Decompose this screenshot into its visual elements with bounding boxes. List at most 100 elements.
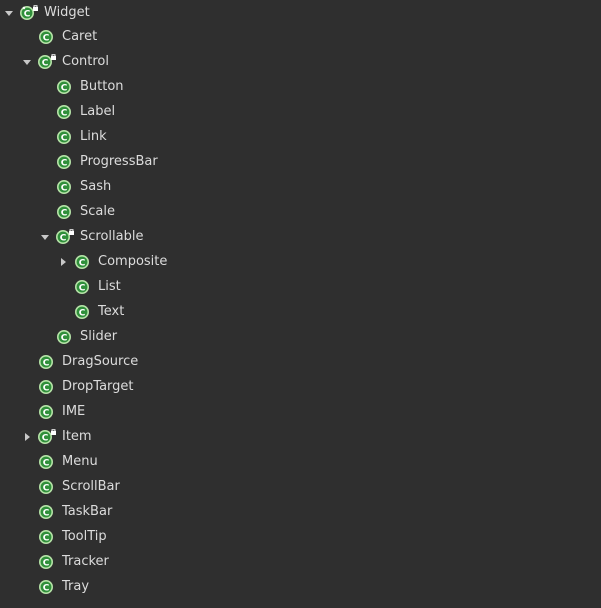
class-icon: C <box>56 104 72 120</box>
tree-node-label: Text <box>98 304 125 319</box>
tree-node-label: Link <box>80 129 107 144</box>
chevron-down-icon[interactable] <box>4 8 14 18</box>
class-icon: C <box>38 529 54 545</box>
class-icon: C <box>38 554 54 570</box>
tree-node-sash[interactable]: C Sash <box>56 174 111 199</box>
chevron-right-icon[interactable] <box>58 257 68 267</box>
class-icon: C <box>38 504 54 520</box>
class-icon: C <box>38 404 54 420</box>
tree-node-progressbar[interactable]: C ProgressBar <box>56 149 158 174</box>
chevron-right-icon[interactable] <box>22 432 32 442</box>
tree-node-button[interactable]: C Button <box>56 74 124 99</box>
class-icon: C <box>56 129 72 145</box>
tree-node-control[interactable]: C Control <box>22 49 109 74</box>
tree-node-tracker[interactable]: C Tracker <box>38 549 109 574</box>
tree-node-link[interactable]: C Link <box>56 124 107 149</box>
tree-node-label: Sash <box>80 179 112 194</box>
class-icon: C <box>38 29 54 45</box>
class-icon: C <box>38 454 54 470</box>
tree-node-text[interactable]: C Text <box>74 299 124 324</box>
tree-node-label: Item <box>62 429 92 444</box>
tree-node-composite[interactable]: C Composite <box>58 249 167 274</box>
tree-node-menu[interactable]: C Menu <box>38 449 98 474</box>
svg-text:C: C <box>61 333 68 343</box>
svg-text:C: C <box>61 133 68 143</box>
type-hierarchy-tree: C Widget C Caret C Control C Button C La… <box>0 0 601 608</box>
class-icon: C <box>74 304 90 320</box>
chevron-down-icon[interactable] <box>22 57 32 67</box>
tree-node-label: Menu <box>62 454 98 469</box>
tree-node-label: Scale <box>80 204 115 219</box>
tree-node-dragsource[interactable]: C DragSource <box>38 349 138 374</box>
svg-text:C: C <box>43 358 50 368</box>
tree-node-label: ScrollBar <box>62 479 120 494</box>
tree-node-scrollbar[interactable]: C ScrollBar <box>38 474 120 499</box>
tree-node-label: ProgressBar <box>80 154 158 169</box>
tree-node-widget[interactable]: C Widget <box>4 0 90 25</box>
tree-node-label: Control <box>62 54 109 69</box>
tree-node-list[interactable]: C List <box>74 274 121 299</box>
class-icon: C <box>74 279 90 295</box>
tree-node-label: ToolTip <box>62 529 107 544</box>
svg-text:C: C <box>61 183 68 193</box>
svg-text:C: C <box>60 233 67 243</box>
tree-node-label: Composite <box>98 254 168 269</box>
class-icon: C <box>38 479 54 495</box>
svg-text:C: C <box>79 308 86 318</box>
tree-node-droptarget[interactable]: C DropTarget <box>38 374 134 399</box>
svg-text:C: C <box>42 58 49 68</box>
svg-text:C: C <box>43 558 50 568</box>
tree-node-label: Widget <box>44 5 90 20</box>
tree-node-tray[interactable]: C Tray <box>38 574 89 599</box>
tree-node-caret[interactable]: C Caret <box>38 24 97 49</box>
svg-text:C: C <box>43 533 50 543</box>
abstract-class-icon: C <box>38 53 56 70</box>
tree-node-label: Scrollable <box>80 229 144 244</box>
tree-node-scrollable[interactable]: C Scrollable <box>40 224 143 249</box>
tree-node-label: Button <box>80 79 124 94</box>
chevron-down-icon[interactable] <box>40 232 50 242</box>
svg-text:C: C <box>43 408 50 418</box>
tree-node-label: DropTarget <box>62 379 134 394</box>
svg-text:C: C <box>79 258 86 268</box>
svg-text:C: C <box>43 458 50 468</box>
abstract-class-icon: C <box>20 4 38 21</box>
class-icon: C <box>56 154 72 170</box>
class-icon: C <box>56 79 72 95</box>
svg-text:C: C <box>61 208 68 218</box>
svg-text:C: C <box>24 9 31 19</box>
svg-text:C: C <box>61 158 68 168</box>
class-icon: C <box>56 179 72 195</box>
tree-node-ime[interactable]: C IME <box>38 399 85 424</box>
abstract-class-icon: C <box>56 228 74 245</box>
tree-node-label: Tray <box>62 579 90 594</box>
svg-text:C: C <box>61 83 68 93</box>
abstract-class-icon: C <box>38 428 56 445</box>
class-icon: C <box>38 354 54 370</box>
class-icon: C <box>38 579 54 595</box>
tree-node-label: List <box>98 279 121 294</box>
tree-node-label: Label <box>80 104 116 119</box>
class-icon: C <box>38 379 54 395</box>
tree-node-slider[interactable]: C Slider <box>56 324 117 349</box>
tree-node-label: DragSource <box>62 354 139 369</box>
tree-node-scale[interactable]: C Scale <box>56 199 115 224</box>
svg-text:C: C <box>79 283 86 293</box>
svg-text:C: C <box>43 508 50 518</box>
svg-text:C: C <box>43 383 50 393</box>
svg-text:C: C <box>43 483 50 493</box>
svg-text:C: C <box>61 108 68 118</box>
tree-node-label: Slider <box>80 329 118 344</box>
class-icon: C <box>56 329 72 345</box>
class-icon: C <box>74 254 90 270</box>
tree-node-label-class[interactable]: C Label <box>56 99 115 124</box>
tree-node-taskbar[interactable]: C TaskBar <box>38 499 112 524</box>
tree-node-item[interactable]: C Item <box>22 424 92 449</box>
tree-node-label: IME <box>62 404 86 419</box>
class-icon: C <box>56 204 72 220</box>
tree-node-label: Tracker <box>62 554 109 569</box>
tree-node-label: TaskBar <box>62 504 113 519</box>
svg-text:C: C <box>43 583 50 593</box>
tree-node-label: Caret <box>62 29 98 44</box>
tree-node-tooltip[interactable]: C ToolTip <box>38 524 107 549</box>
